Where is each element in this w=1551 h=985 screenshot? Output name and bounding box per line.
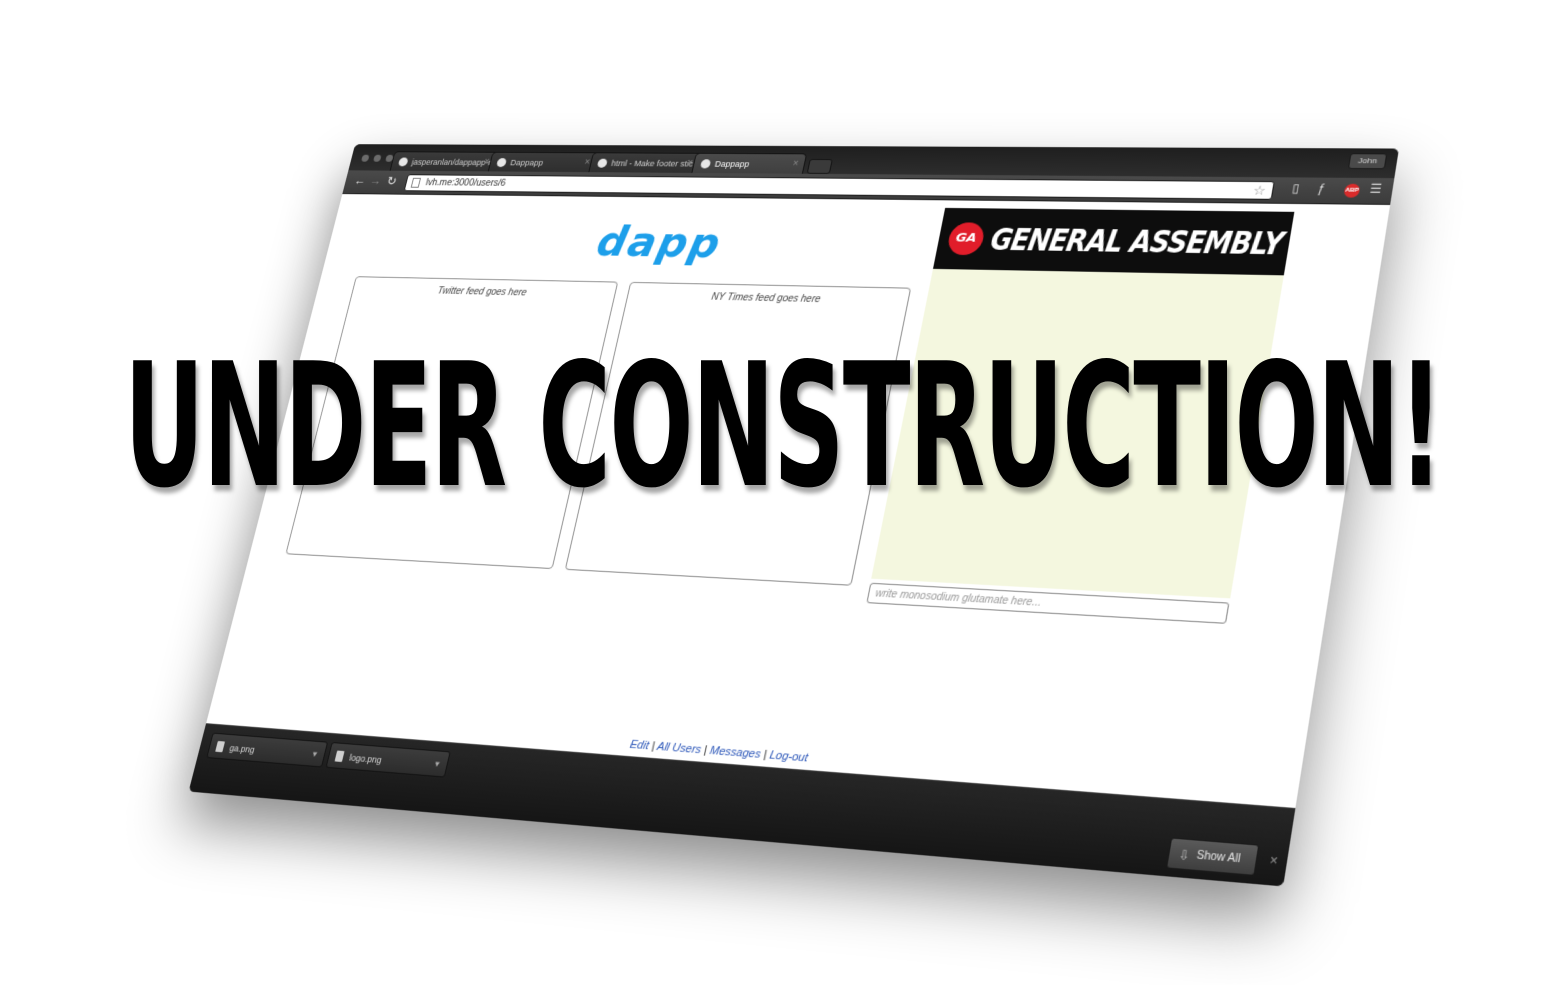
- nytimes-feed-label: NY Times feed goes here: [710, 292, 822, 305]
- download-item[interactable]: ga.png ▼: [206, 732, 329, 768]
- close-window-button[interactable]: [360, 154, 370, 162]
- dapp-logo[interactable]: dapp: [592, 219, 726, 268]
- dropdown-arrow-icon[interactable]: ▼: [430, 751, 444, 778]
- window-controls: [360, 154, 394, 162]
- forward-arrow-icon[interactable]: →: [368, 174, 383, 187]
- all-users-link[interactable]: All Users: [656, 741, 702, 757]
- tab-close-icon[interactable]: ×: [790, 154, 800, 173]
- general-assembly-banner: GA GENERAL ASSEMBLY: [932, 207, 1295, 276]
- extension-icon[interactable]: ▯: [1291, 181, 1300, 195]
- ga-title: GENERAL ASSEMBLY: [987, 221, 1286, 263]
- adblock-plus-icon[interactable]: ABP: [1343, 183, 1361, 198]
- stackoverflow-favicon-icon: [596, 158, 608, 168]
- page-favicon-icon: [496, 158, 508, 168]
- dropdown-arrow-icon[interactable]: ▼: [308, 742, 322, 768]
- download-filename: logo.png: [348, 752, 383, 766]
- download-icon: ⇩: [1177, 847, 1192, 864]
- file-icon: [215, 740, 226, 753]
- profile-button[interactable]: John: [1347, 153, 1388, 170]
- new-tab-button[interactable]: [806, 158, 833, 174]
- github-favicon-icon: [397, 157, 409, 167]
- tab-stackoverflow[interactable]: html - Make footer stick to ×: [588, 152, 702, 173]
- address-text: lvh.me:3000/users/6: [424, 178, 507, 189]
- tab-dappapp[interactable]: Dappapp ×: [487, 151, 599, 173]
- under-construction-banner: UNDER CONSTRUCTION!: [124, 325, 1443, 526]
- extension-icon[interactable]: ƒ: [1317, 182, 1326, 196]
- ga-logo-icon: GA: [945, 222, 987, 256]
- tab-label: Dappapp: [713, 159, 751, 169]
- logout-link[interactable]: Log-out: [768, 749, 809, 764]
- bookmark-star-icon[interactable]: ☆: [1252, 182, 1267, 199]
- reload-icon[interactable]: ↻: [385, 174, 398, 188]
- download-filename: ga.png: [228, 743, 256, 755]
- twitter-feed-label: Twitter feed goes here: [436, 286, 528, 299]
- messages-link[interactable]: Messages: [709, 745, 762, 761]
- download-item[interactable]: logo.png ▼: [325, 742, 451, 778]
- close-icon[interactable]: ×: [1268, 852, 1279, 868]
- tab-dappapp-active[interactable]: Dappapp ×: [691, 152, 808, 174]
- minimize-window-button[interactable]: [372, 154, 382, 162]
- tab-label: Dappapp: [509, 158, 545, 168]
- screenshot-stage: jasperanlan/dappapp-rails × Dappapp × ht…: [0, 0, 1551, 985]
- back-arrow-icon[interactable]: ←: [353, 174, 368, 187]
- file-icon: [334, 750, 345, 763]
- show-all-label: Show All: [1195, 849, 1242, 866]
- tab-github[interactable]: jasperanlan/dappapp-rails ×: [389, 151, 498, 172]
- page-favicon-icon: [699, 159, 712, 169]
- menu-icon[interactable]: ☰: [1369, 182, 1383, 196]
- show-all-button[interactable]: ⇩ Show All: [1165, 837, 1260, 876]
- page-icon: [410, 177, 421, 188]
